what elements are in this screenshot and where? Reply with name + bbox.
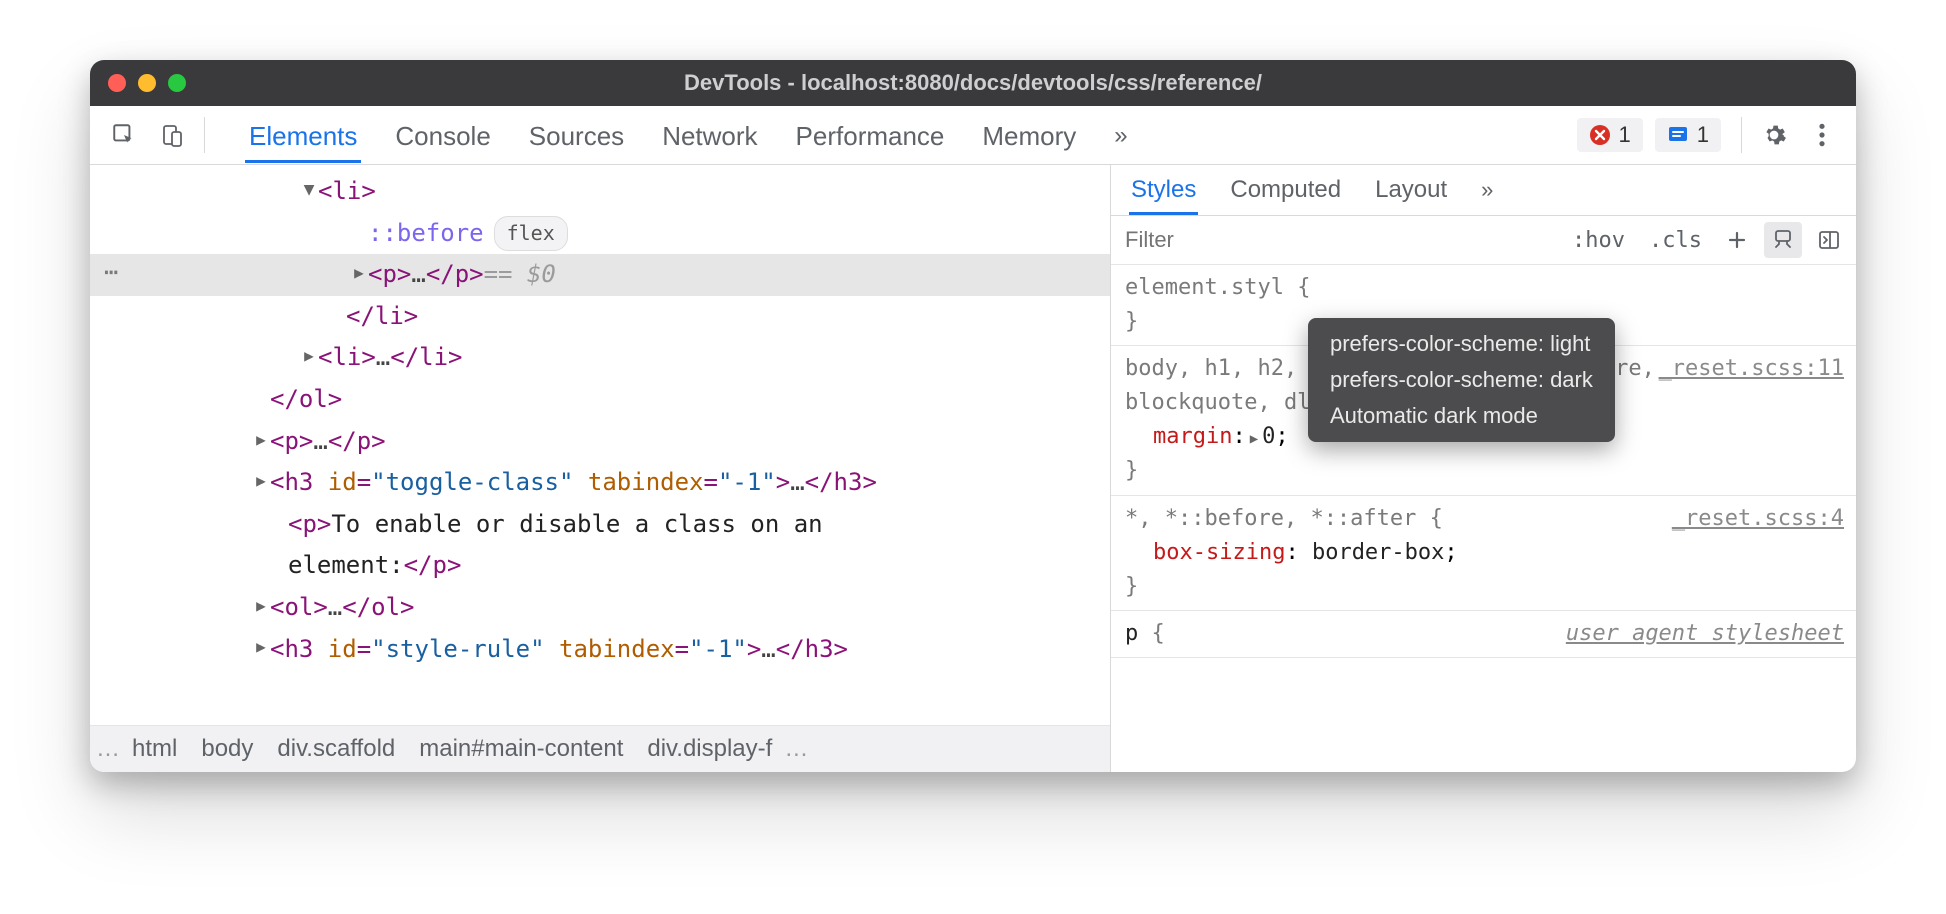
window-close-button[interactable] xyxy=(108,74,126,92)
dom-row[interactable]: <h3 id="toggle-class" tabindex="-1">…</h… xyxy=(90,462,1110,504)
computed-toggle-icon[interactable] xyxy=(1810,222,1848,258)
errors-badge[interactable]: 1 xyxy=(1577,118,1643,152)
crumb-body[interactable]: body xyxy=(189,735,265,763)
error-icon xyxy=(1589,124,1611,146)
sidebar-tab-computed[interactable]: Computed xyxy=(1228,166,1343,214)
breadcrumbs: … html body div.scaffold main#main-conte… xyxy=(90,725,1110,772)
popover-item-prefers-dark[interactable]: prefers-color-scheme: dark xyxy=(1308,362,1615,398)
crumb-html[interactable]: html xyxy=(120,735,189,763)
dom-row[interactable]: element:</p> xyxy=(90,545,1110,587)
main-tabs: Elements Console Sources Network Perform… xyxy=(245,109,1132,162)
window-title: DevTools - localhost:8080/docs/devtools/… xyxy=(90,70,1856,96)
breadcrumbs-left-ellipsis[interactable]: … xyxy=(96,735,120,763)
dom-row[interactable]: <li> xyxy=(90,171,1110,213)
expand-caret-icon[interactable] xyxy=(252,632,270,662)
popover-item-prefers-light[interactable]: prefers-color-scheme: light xyxy=(1308,326,1615,362)
rule-source-link[interactable]: user agent stylesheet xyxy=(1566,617,1844,651)
style-declaration[interactable]: box-sizing: border-box; xyxy=(1125,536,1844,570)
dom-tree[interactable]: <li>::beforeflex<p>…</p> == $0</li><li>…… xyxy=(90,165,1110,725)
tab-performance[interactable]: Performance xyxy=(792,109,949,162)
expand-caret-icon[interactable] xyxy=(252,425,270,455)
issues-badge[interactable]: 1 xyxy=(1655,118,1721,152)
sidebar-tab-layout[interactable]: Layout xyxy=(1373,166,1449,214)
shorthand-expand-icon[interactable] xyxy=(1246,424,1262,449)
expand-caret-icon[interactable] xyxy=(300,341,318,371)
expand-caret-icon[interactable] xyxy=(350,258,368,288)
selected-node-hint: == $0 xyxy=(484,255,556,295)
hov-toggle-button[interactable]: :hov xyxy=(1564,224,1633,257)
window-controls xyxy=(108,74,186,92)
issues-count: 1 xyxy=(1697,122,1709,148)
toolbar-separator xyxy=(204,117,205,153)
toolbar-separator xyxy=(1741,117,1742,153)
panels-body: <li>::beforeflex<p>…</p> == $0</li><li>…… xyxy=(90,165,1856,772)
tab-sources[interactable]: Sources xyxy=(525,109,628,162)
dom-row[interactable]: <p>…</p> == $0 xyxy=(90,254,1110,296)
dom-row[interactable]: <h3 id="style-rule" tabindex="-1">…</h3> xyxy=(90,629,1110,671)
status-badges: 1 1 xyxy=(1577,118,1722,152)
elements-panel: <li>::beforeflex<p>…</p> == $0</li><li>…… xyxy=(90,165,1111,772)
cls-toggle-button[interactable]: .cls xyxy=(1641,224,1710,257)
tabs-overflow-icon[interactable]: » xyxy=(1110,110,1131,160)
dom-row[interactable]: <p>To enable or disable a class on an xyxy=(90,504,1110,546)
crumb-div-scaffold[interactable]: div.scaffold xyxy=(265,735,407,763)
titlebar: DevTools - localhost:8080/docs/devtools/… xyxy=(90,60,1856,106)
window-minimize-button[interactable] xyxy=(138,74,156,92)
sidebar-panel: Styles Computed Layout » :hov .cls xyxy=(1111,165,1856,772)
dom-row[interactable]: <li>…</li> xyxy=(90,337,1110,379)
rule-source-link[interactable]: _reset.scss:4 xyxy=(1672,502,1844,536)
tab-memory[interactable]: Memory xyxy=(978,109,1080,162)
sidebar-tabs-overflow-icon[interactable]: » xyxy=(1479,167,1495,213)
expand-caret-icon[interactable] xyxy=(300,175,318,205)
issues-icon xyxy=(1667,124,1689,146)
rendering-emulations-icon[interactable] xyxy=(1764,222,1802,258)
styles-filter-input[interactable] xyxy=(1123,221,1415,259)
tab-network[interactable]: Network xyxy=(658,109,761,162)
tab-console[interactable]: Console xyxy=(391,109,494,162)
expand-caret-icon[interactable] xyxy=(252,466,270,496)
errors-count: 1 xyxy=(1619,122,1631,148)
popover-item-auto-dark[interactable]: Automatic dark mode xyxy=(1308,398,1615,434)
crumb-div-display[interactable]: div.display-f xyxy=(635,735,784,763)
style-rule[interactable]: user agent stylesheetp { xyxy=(1111,611,1856,658)
dom-row[interactable]: <ol>…</ol> xyxy=(90,587,1110,629)
sidebar-tabs: Styles Computed Layout » xyxy=(1111,165,1856,216)
dom-row[interactable]: </ol> xyxy=(90,379,1110,421)
style-rule[interactable]: _reset.scss:4*, *::before, *::after {box… xyxy=(1111,496,1856,611)
inspect-element-icon[interactable] xyxy=(102,115,146,155)
styles-toolbar: :hov .cls xyxy=(1111,216,1856,265)
device-toggle-icon[interactable] xyxy=(150,115,194,155)
flex-badge[interactable]: flex xyxy=(494,216,568,251)
devtools-window: DevTools - localhost:8080/docs/devtools/… xyxy=(90,60,1856,772)
window-zoom-button[interactable] xyxy=(168,74,186,92)
dom-row[interactable]: ::beforeflex xyxy=(90,213,1110,255)
crumb-main[interactable]: main#main-content xyxy=(407,735,635,763)
new-style-rule-icon[interactable] xyxy=(1718,222,1756,258)
settings-icon[interactable] xyxy=(1752,115,1796,155)
dom-row[interactable]: <p>…</p> xyxy=(90,421,1110,463)
main-toolbar: Elements Console Sources Network Perform… xyxy=(90,106,1856,165)
color-scheme-popover: prefers-color-scheme: light prefers-colo… xyxy=(1308,318,1615,442)
dom-row[interactable]: </li> xyxy=(90,296,1110,338)
breadcrumbs-right-ellipsis[interactable]: … xyxy=(784,735,808,763)
rule-source-link[interactable]: _reset.scss:11 xyxy=(1659,352,1844,386)
expand-caret-icon[interactable] xyxy=(252,591,270,621)
more-icon[interactable] xyxy=(1800,115,1844,155)
tab-elements[interactable]: Elements xyxy=(245,109,361,162)
sidebar-tab-styles[interactable]: Styles xyxy=(1129,166,1198,214)
